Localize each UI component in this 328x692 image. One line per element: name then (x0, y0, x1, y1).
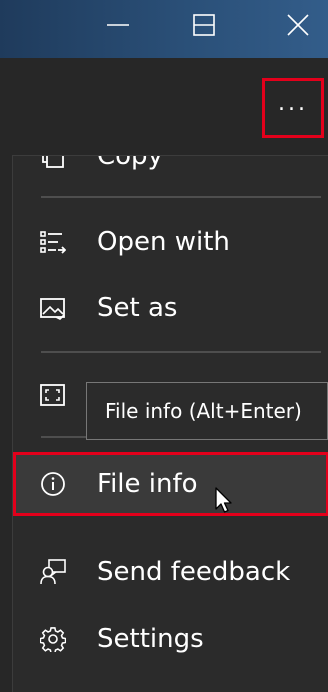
menu-separator (41, 196, 321, 198)
close-button[interactable] (276, 4, 320, 46)
menu-item-label: Open with (97, 227, 230, 257)
menu-separator (41, 351, 321, 353)
open-with-icon (40, 229, 66, 255)
fullscreen-icon (40, 383, 66, 409)
menu-item-label: Send feedback (97, 557, 291, 587)
gear-icon (40, 626, 66, 652)
tooltip: File info (Alt+Enter) (86, 382, 328, 440)
menu-item-open-with[interactable]: Open with (13, 214, 328, 270)
menu-item-label: Copy (97, 155, 163, 171)
menu-item-label: Set as (97, 293, 178, 323)
menu-item-label: File info (97, 469, 198, 499)
more-options-icon: ... (278, 91, 308, 116)
copy-icon (40, 156, 66, 169)
info-icon (40, 471, 66, 497)
maximize-button[interactable] (182, 4, 226, 46)
menu-item-file-info[interactable]: File info (13, 452, 328, 516)
feedback-icon (40, 559, 66, 585)
menu-item-set-as[interactable]: Set as (13, 280, 328, 336)
tooltip-text: File info (Alt+Enter) (105, 399, 302, 423)
menu-item-label: Settings (97, 624, 204, 654)
menu-item-copy[interactable]: Copy (13, 155, 328, 184)
more-options-button[interactable]: ... (262, 78, 324, 138)
maximize-icon (192, 13, 216, 37)
menu-item-settings[interactable]: Settings (13, 611, 328, 667)
minimize-button-main[interactable] (96, 4, 140, 46)
menu-item-send-feedback[interactable]: Send feedback (13, 544, 328, 600)
close-icon (286, 13, 310, 37)
set-as-icon (40, 295, 66, 321)
minimize-icon (106, 13, 130, 37)
mouse-cursor-icon (214, 487, 234, 519)
